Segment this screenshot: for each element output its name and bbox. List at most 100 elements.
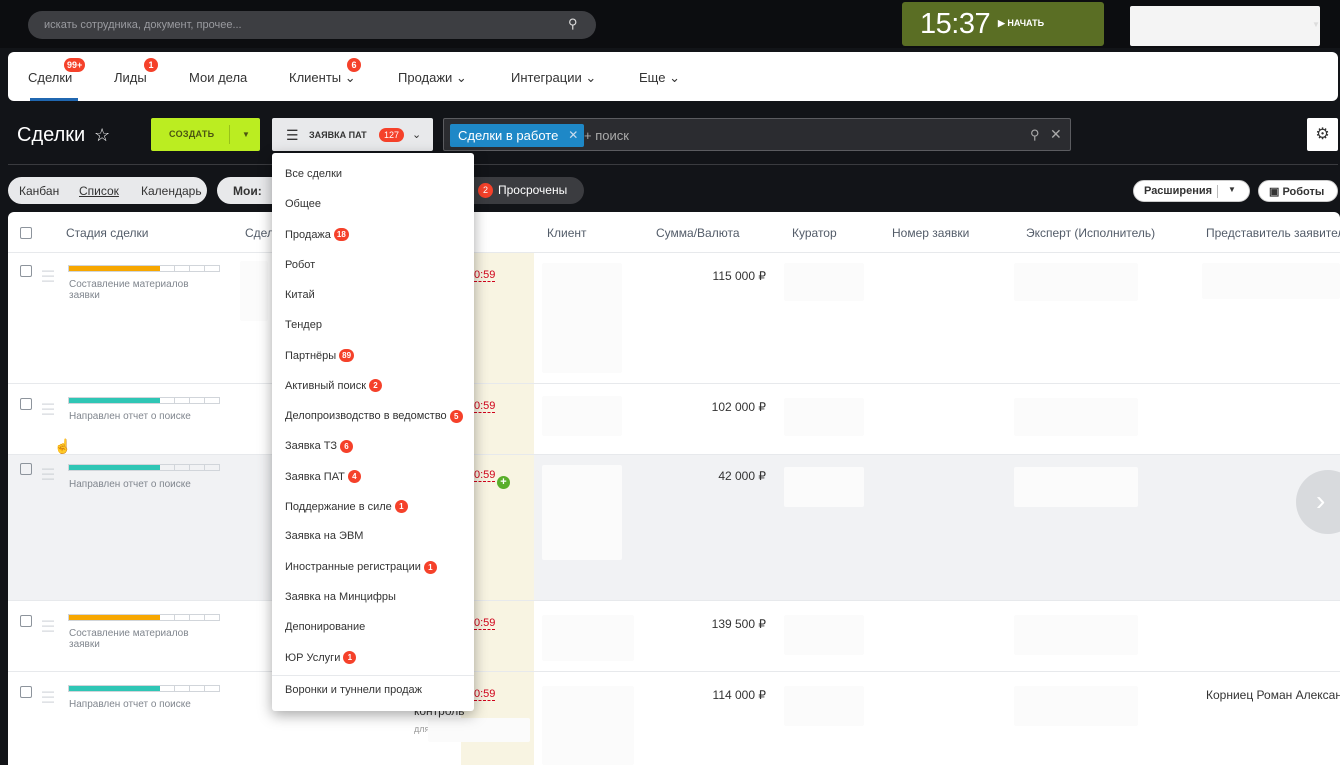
progress-segment[interactable] [99, 398, 115, 403]
progress-segment[interactable] [144, 615, 160, 620]
progress-segment[interactable] [69, 686, 85, 691]
tab-sales[interactable]: Продажи ⌄ [398, 70, 467, 86]
progress-segment[interactable] [99, 465, 115, 470]
menu-item[interactable]: Заявка ПАТ 4 [285, 470, 361, 483]
expert-redacted[interactable] [1014, 615, 1138, 655]
star-icon[interactable]: ☆ [94, 125, 110, 146]
expert-redacted[interactable] [1014, 686, 1138, 726]
curator-redacted[interactable] [784, 263, 864, 301]
menu-item[interactable]: Поддержание в силе 1 [285, 500, 408, 514]
view-calendar[interactable]: Календарь [141, 184, 202, 198]
column-header-expert[interactable]: Эксперт (Исполнитель) [1026, 226, 1155, 240]
menu-item[interactable]: Партнёры 89 [285, 349, 355, 363]
menu-item[interactable]: Заявка на ЭВМ [285, 530, 363, 542]
progress-segment[interactable] [69, 266, 85, 271]
column-header-client[interactable]: Клиент [547, 226, 587, 240]
funnel-selector-button[interactable]: ☰ ЗАЯВКА ПАТ 127 ⌄ [272, 118, 433, 151]
clear-icon[interactable]: ✕ [1050, 126, 1062, 143]
progress-segment[interactable] [84, 615, 100, 620]
column-header-sum[interactable]: Сумма/Валюта [656, 226, 740, 240]
progress-segment[interactable] [205, 615, 219, 620]
filter-search-input[interactable]: Сделки в работе ✕ + поиск ⚲ ✕ [443, 118, 1071, 151]
progress-segment[interactable] [114, 266, 130, 271]
menu-item[interactable]: Тендер [285, 319, 322, 331]
progress-segment[interactable] [205, 398, 219, 403]
progress-segment[interactable] [84, 465, 100, 470]
expert-redacted[interactable] [1014, 263, 1138, 301]
menu-item[interactable]: Иностранные регистрации 1 [285, 560, 437, 574]
close-icon[interactable]: ✕ [568, 124, 578, 147]
drag-handle-icon[interactable]: — — — [42, 685, 54, 707]
menu-item[interactable]: Китай [285, 289, 315, 301]
progress-segment[interactable] [160, 615, 175, 620]
column-header-application-number[interactable]: Номер заявки [892, 226, 969, 240]
progress-segment[interactable] [144, 266, 160, 271]
curator-redacted[interactable] [784, 467, 864, 507]
progress-segment[interactable] [114, 686, 130, 691]
chevron-down-icon[interactable]: ▼ [1228, 185, 1236, 194]
progress-segment[interactable] [160, 465, 175, 470]
table-row[interactable]: — — — Направлен отчет о поиске 0:59 42 000… [8, 455, 1340, 601]
table-row[interactable]: — — — Направлен отчет о поиске 0:59 114 00… [8, 672, 1340, 765]
deal-name-redacted[interactable] [240, 261, 268, 321]
progress-segment[interactable] [205, 465, 219, 470]
expert-redacted[interactable] [1014, 398, 1138, 436]
drag-handle-icon[interactable]: — — — [42, 264, 54, 286]
progress-segment[interactable] [129, 398, 145, 403]
progress-segment[interactable] [175, 686, 190, 691]
client-redacted[interactable] [542, 396, 622, 436]
progress-segment[interactable] [144, 398, 160, 403]
table-row[interactable]: — — — Направлен отчет о поиске 0:59 102 00… [8, 384, 1340, 455]
progress-segment[interactable] [160, 266, 175, 271]
progress-segment[interactable] [190, 465, 205, 470]
view-list[interactable]: Список [79, 184, 119, 198]
drag-handle-icon[interactable]: — — — [42, 614, 54, 636]
progress-segment[interactable] [190, 266, 205, 271]
menu-item[interactable]: Делопроизводство в ведомство 5 [285, 409, 463, 423]
table-row[interactable]: — — — Составление материалов заявки 0:59 1… [8, 253, 1340, 384]
representative-redacted[interactable] [1202, 263, 1340, 299]
row-checkbox[interactable] [20, 398, 32, 410]
progress-segment[interactable] [175, 398, 190, 403]
progress-segment[interactable] [129, 266, 145, 271]
activity-deadline[interactable]: 0:59 [474, 400, 496, 413]
client-redacted[interactable] [542, 263, 622, 373]
client-redacted[interactable] [542, 465, 622, 560]
progress-segment[interactable] [144, 686, 160, 691]
row-checkbox[interactable] [20, 686, 32, 698]
chevron-down-icon[interactable]: ▼ [242, 130, 250, 139]
progress-segment[interactable] [175, 615, 190, 620]
gear-icon[interactable]: ⚙ [1307, 118, 1338, 151]
create-button[interactable]: СОЗДАТЬ ▼ [151, 118, 260, 151]
tab-integrations[interactable]: Интеграции ⌄ [511, 70, 596, 86]
chevron-down-icon[interactable]: ▼ [1312, 20, 1320, 29]
row-checkbox[interactable] [20, 615, 32, 627]
progress-segment[interactable] [205, 686, 219, 691]
search-icon[interactable]: ⚲ [568, 16, 584, 32]
add-activity-icon[interactable]: + [497, 476, 510, 489]
progress-segment[interactable] [69, 615, 85, 620]
progress-segment[interactable] [175, 465, 190, 470]
progress-segment[interactable] [160, 686, 175, 691]
stage-progress[interactable] [68, 464, 220, 471]
overdue-filter[interactable]: 2 Просрочены [470, 177, 584, 204]
progress-segment[interactable] [129, 615, 145, 620]
row-checkbox[interactable] [20, 265, 32, 277]
stage-progress[interactable] [68, 614, 220, 621]
progress-segment[interactable] [99, 686, 115, 691]
search-icon[interactable]: ⚲ [1030, 127, 1040, 143]
drag-handle-icon[interactable]: — — — [42, 462, 54, 484]
column-header-stage[interactable]: Стадия сделки [66, 226, 148, 240]
drag-handle-icon[interactable]: — — — [42, 397, 54, 419]
extensions-button[interactable]: Расширения ▼ [1133, 180, 1250, 202]
progress-segment[interactable] [69, 398, 85, 403]
progress-segment[interactable] [190, 615, 205, 620]
stage-progress[interactable] [68, 397, 220, 404]
representative-name[interactable]: Корниец Роман Алексан [1206, 688, 1340, 702]
view-kanban[interactable]: Канбан [19, 184, 59, 198]
progress-segment[interactable] [129, 686, 145, 691]
progress-segment[interactable] [99, 266, 115, 271]
robots-button[interactable]: ▣ Роботы [1258, 180, 1338, 202]
menu-item[interactable]: Робот [285, 259, 315, 271]
column-header-deal[interactable]: Сдел [245, 226, 274, 240]
